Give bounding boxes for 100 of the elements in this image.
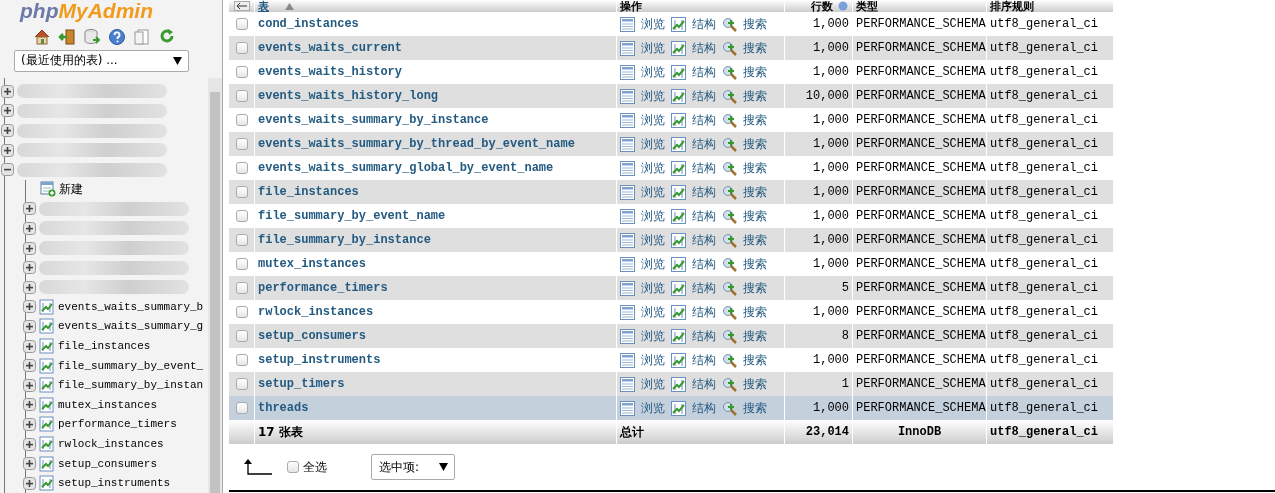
structure-icon[interactable]	[671, 40, 686, 56]
exit-door-icon[interactable]	[58, 28, 76, 46]
recent-tables-dropdown[interactable]: (最近使用的表) ...	[14, 50, 189, 72]
search-icon[interactable]	[722, 64, 737, 80]
search-link[interactable]: 搜索	[743, 207, 767, 225]
structure-link[interactable]: 结构	[692, 375, 716, 393]
browse-link[interactable]: 浏览	[641, 327, 665, 345]
structure-link[interactable]: 结构	[692, 63, 716, 81]
structure-link[interactable]: 结构	[692, 207, 716, 225]
search-link[interactable]: 搜索	[743, 87, 767, 105]
browse-icon[interactable]	[620, 40, 635, 56]
search-link[interactable]: 搜索	[743, 135, 767, 153]
table-name-link[interactable]: file_summary_by_event_name	[258, 209, 446, 223]
browse-link[interactable]: 浏览	[641, 375, 665, 393]
browse-icon[interactable]	[620, 184, 635, 200]
structure-link[interactable]: 结构	[692, 159, 716, 177]
expand-icon[interactable]	[23, 319, 36, 333]
structure-icon[interactable]	[671, 208, 686, 224]
browse-icon[interactable]	[620, 304, 635, 320]
database-arrow-icon[interactable]	[83, 28, 101, 46]
structure-icon[interactable]	[671, 16, 686, 32]
browse-link[interactable]: 浏览	[641, 39, 665, 57]
browse-link[interactable]: 浏览	[641, 279, 665, 297]
checkbox[interactable]	[235, 354, 248, 366]
home-icon[interactable]	[33, 28, 51, 46]
expand-icon[interactable]	[23, 241, 36, 255]
table-row[interactable]: threads 浏览 结构 搜索 1,000 PERFORMANCE_SCHEMA utf8_general_ci	[229, 396, 1113, 420]
search-link[interactable]: 搜索	[743, 327, 767, 345]
search-icon[interactable]	[722, 376, 737, 392]
expand-icon[interactable]	[23, 417, 36, 431]
table-name-link[interactable]: cond_instances	[258, 17, 359, 31]
browse-link[interactable]: 浏览	[641, 15, 665, 33]
checkbox[interactable]	[235, 186, 248, 198]
table-name-link[interactable]: mutex_instances	[258, 257, 367, 271]
search-link[interactable]: 搜索	[743, 279, 767, 297]
expand-icon[interactable]	[1, 124, 14, 137]
browse-icon[interactable]	[620, 16, 635, 32]
search-icon[interactable]	[722, 40, 737, 56]
structure-icon[interactable]	[671, 64, 686, 80]
browse-icon[interactable]	[620, 64, 635, 80]
table-name-link[interactable]: file_instances	[258, 185, 359, 199]
checkbox[interactable]	[235, 90, 248, 102]
search-icon[interactable]	[722, 16, 737, 32]
structure-icon[interactable]	[671, 232, 686, 248]
search-icon[interactable]	[722, 232, 737, 248]
logo[interactable]: phpMyAdmin	[0, 0, 153, 22]
structure-icon[interactable]	[671, 304, 686, 320]
search-link[interactable]: 搜索	[743, 303, 767, 321]
structure-icon[interactable]	[671, 400, 686, 416]
search-link[interactable]: 搜索	[743, 255, 767, 273]
expand-icon[interactable]	[1, 104, 14, 118]
table-structure-icon[interactable]	[39, 475, 55, 492]
structure-link[interactable]: 结构	[692, 303, 716, 321]
table-name-link[interactable]: rwlock_instances	[258, 305, 374, 319]
search-icon[interactable]	[722, 280, 737, 296]
checkbox[interactable]	[235, 162, 248, 174]
search-icon[interactable]	[722, 136, 737, 152]
checkbox[interactable]	[235, 402, 248, 414]
table-structure-icon[interactable]	[39, 396, 55, 413]
structure-icon[interactable]	[671, 184, 686, 200]
structure-link[interactable]: 结构	[692, 231, 716, 249]
browse-icon[interactable]	[620, 160, 635, 176]
select-all-checkbox[interactable]: 全选	[287, 458, 327, 476]
browse-icon[interactable]	[620, 328, 635, 344]
table-name-link[interactable]: setup_timers	[258, 377, 345, 391]
table-link[interactable]: mutex_instances	[58, 398, 158, 411]
table-link[interactable]: events_waits_summary_g	[58, 320, 204, 333]
table-structure-icon[interactable]	[39, 357, 55, 374]
scrollbar[interactable]	[208, 77, 222, 493]
browse-icon[interactable]	[620, 112, 635, 128]
expand-icon[interactable]	[23, 378, 36, 392]
browse-icon[interactable]	[620, 88, 635, 104]
expand-icon[interactable]	[23, 398, 36, 412]
browse-link[interactable]: 浏览	[641, 399, 665, 417]
table-name-link[interactable]: threads	[258, 401, 309, 415]
table-structure-icon[interactable]	[39, 416, 55, 433]
table-name-link[interactable]: setup_consumers	[258, 329, 367, 343]
structure-icon[interactable]	[671, 328, 686, 344]
table-structure-icon[interactable]	[39, 377, 55, 394]
checkbox[interactable]	[235, 306, 248, 318]
table-structure-icon[interactable]	[39, 298, 55, 315]
search-icon[interactable]	[722, 160, 737, 176]
table-structure-icon[interactable]	[39, 436, 55, 452]
table-name-link[interactable]: performance_timers	[258, 281, 388, 295]
checkbox[interactable]	[235, 258, 248, 270]
checkbox[interactable]	[235, 114, 248, 126]
with-selected-dropdown[interactable]: 选中项:	[371, 454, 455, 480]
table-row[interactable]: events_waits_history_long 浏览 结构 搜索 10,000 PERFORMANCE_SCHEMA utf8_general_ci	[229, 84, 1113, 108]
expand-icon[interactable]	[23, 359, 36, 373]
search-link[interactable]: 搜索	[743, 375, 767, 393]
table-name-link[interactable]: events_waits_history_long	[258, 89, 439, 103]
checkbox[interactable]	[235, 42, 248, 54]
search-icon[interactable]	[722, 304, 737, 320]
search-link[interactable]: 搜索	[743, 15, 767, 33]
browse-link[interactable]: 浏览	[641, 183, 665, 201]
new-table-link[interactable]: 新建	[59, 180, 83, 198]
structure-icon[interactable]	[671, 88, 686, 104]
checkbox[interactable]	[235, 210, 248, 222]
structure-icon[interactable]	[671, 112, 686, 128]
expand-icon[interactable]	[23, 202, 36, 216]
